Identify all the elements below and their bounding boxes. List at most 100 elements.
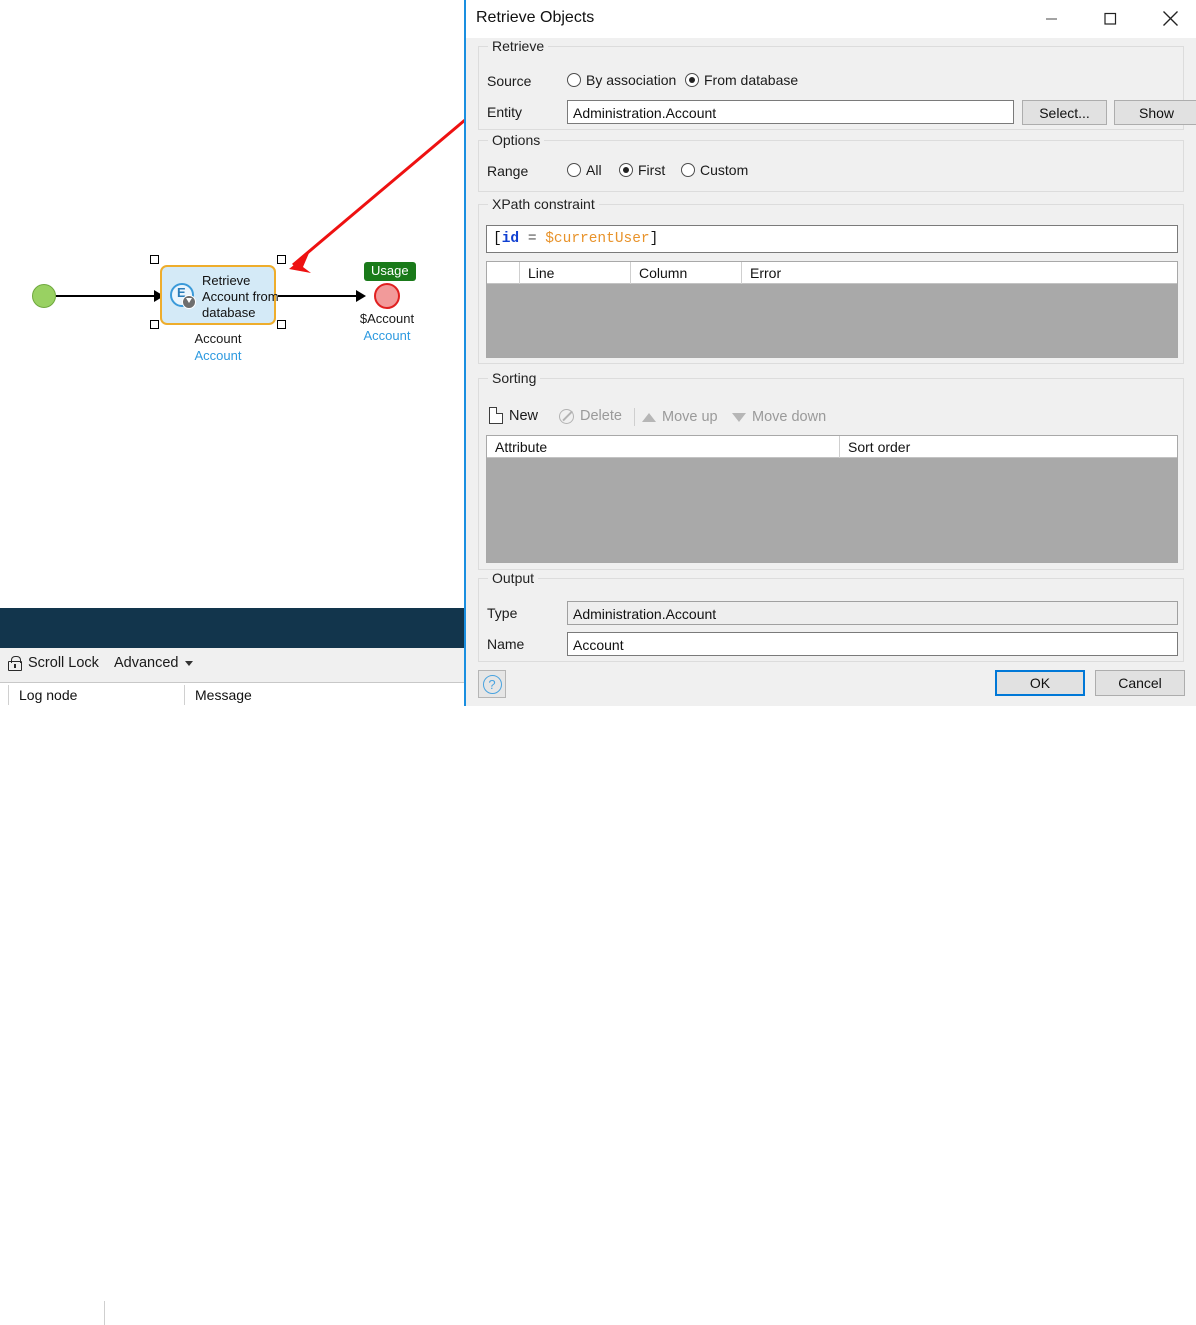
source-label: Source bbox=[487, 73, 532, 89]
output-name-input[interactable]: Account bbox=[567, 632, 1178, 656]
radio-dot-custom bbox=[681, 163, 695, 177]
sorting-move-up-label: Move up bbox=[662, 409, 718, 425]
cancel-button[interactable]: Cancel bbox=[1095, 670, 1185, 696]
scroll-lock-label: Scroll Lock bbox=[28, 655, 99, 671]
end-variable-name: $Account bbox=[359, 311, 415, 326]
xpath-error-grid-header: Line Column Error bbox=[487, 262, 1177, 284]
retrieve-activity-node[interactable]: E Retrieve Account from database bbox=[160, 265, 279, 325]
console-toolbar: Scroll Lock Advanced bbox=[0, 648, 466, 1325]
advanced-menu[interactable]: Advanced bbox=[114, 655, 193, 671]
usage-badge[interactable]: Usage bbox=[364, 262, 416, 281]
sorting-move-down-button[interactable]: Move down bbox=[732, 409, 826, 425]
radio-dot-by-association bbox=[567, 73, 581, 87]
sorting-new-label: New bbox=[509, 407, 539, 424]
scroll-lock-toggle[interactable]: Scroll Lock bbox=[8, 655, 99, 671]
radio-dot-all bbox=[567, 163, 581, 177]
xpath-close-bracket: ] bbox=[649, 231, 659, 247]
dialog-title: Retrieve Objects bbox=[476, 9, 595, 26]
selection-handle-top-left[interactable] bbox=[150, 255, 159, 264]
sorting-new-button[interactable]: New bbox=[489, 407, 538, 424]
new-page-icon bbox=[489, 407, 503, 424]
end-variable-type: Account bbox=[363, 328, 411, 343]
error-column-error[interactable]: Error bbox=[742, 262, 1177, 284]
activity-caption-name: Account bbox=[194, 331, 242, 346]
output-type-label: Type bbox=[487, 605, 518, 621]
sorting-grid-header: Attribute Sort order bbox=[487, 436, 1177, 458]
delete-circle-icon bbox=[559, 408, 574, 424]
sorting-grid[interactable]: Attribute Sort order bbox=[486, 435, 1178, 563]
end-event-node[interactable] bbox=[374, 283, 400, 309]
error-column-column[interactable]: Column bbox=[631, 262, 741, 284]
selection-handle-bottom-left[interactable] bbox=[150, 320, 159, 329]
radio-label-first: First bbox=[638, 162, 666, 178]
chevron-down-icon bbox=[184, 660, 193, 666]
retrieve-group: Retrieve Source By association From data… bbox=[478, 38, 1196, 130]
output-group-title: Output bbox=[488, 570, 539, 586]
options-group-title: Options bbox=[488, 132, 545, 148]
sorting-column-attribute[interactable]: Attribute bbox=[487, 436, 839, 458]
select-entity-button[interactable]: Select... bbox=[1022, 100, 1107, 125]
radio-dot-from-database bbox=[685, 73, 699, 87]
radio-dot-first bbox=[619, 163, 633, 177]
sorting-delete-label: Delete bbox=[580, 408, 622, 424]
radio-label-from-database: From database bbox=[704, 72, 799, 88]
xpath-open-bracket: [ bbox=[493, 231, 502, 247]
log-column-message[interactable]: Message bbox=[185, 683, 466, 707]
dark-panel-bar bbox=[0, 608, 466, 648]
close-button[interactable] bbox=[1148, 0, 1193, 36]
minimize-button[interactable] bbox=[1029, 0, 1074, 36]
sorting-delete-button[interactable]: Delete bbox=[559, 408, 622, 424]
retrieve-group-title: Retrieve bbox=[488, 38, 549, 54]
radio-range-first[interactable]: First bbox=[619, 162, 665, 178]
help-question-icon: ? bbox=[482, 674, 502, 694]
radio-range-custom[interactable]: Custom bbox=[681, 162, 748, 178]
sorting-group-title: Sorting bbox=[488, 370, 541, 386]
error-column-blank[interactable] bbox=[487, 262, 519, 284]
retrieve-objects-dialog: Retrieve Objects Retrieve Source By asso… bbox=[464, 0, 1196, 706]
radio-range-all[interactable]: All bbox=[567, 162, 602, 178]
radio-source-by-association[interactable]: By association bbox=[567, 72, 676, 88]
radio-source-from-database[interactable]: From database bbox=[685, 72, 798, 88]
microflow-canvas[interactable]: E Retrieve Account from database Account… bbox=[0, 0, 466, 606]
xpath-attribute: id bbox=[501, 231, 520, 247]
sorting-group: Sorting New Delete Move up Move down Att… bbox=[478, 370, 1184, 570]
red-annotation-arrow bbox=[289, 118, 466, 273]
maximize-button[interactable] bbox=[1088, 0, 1133, 36]
radio-label-by-association: By association bbox=[586, 72, 677, 88]
retrieve-from-database-icon: E bbox=[170, 283, 196, 309]
xpath-operator: = bbox=[527, 231, 537, 247]
triangle-up-icon bbox=[642, 412, 656, 422]
arrowhead-end-in bbox=[356, 290, 366, 302]
activity-caption-type: Account bbox=[194, 348, 242, 363]
xpath-error-grid[interactable]: Line Column Error bbox=[486, 261, 1178, 358]
output-type-value: Administration.Account bbox=[567, 601, 1178, 625]
selection-handle-top-right[interactable] bbox=[277, 255, 286, 264]
error-column-line[interactable]: Line bbox=[520, 262, 630, 284]
ok-button[interactable]: OK bbox=[995, 670, 1085, 696]
start-event-node[interactable] bbox=[32, 284, 56, 308]
xpath-group: XPath constraint [id = $currentUser] Lin… bbox=[478, 196, 1184, 364]
dialog-titlebar[interactable]: Retrieve Objects bbox=[466, 0, 1196, 38]
xpath-expression-editor[interactable]: [id = $currentUser] bbox=[486, 225, 1178, 253]
sorting-move-up-button[interactable]: Move up bbox=[642, 409, 718, 425]
log-column-log-node[interactable]: Log node bbox=[9, 683, 184, 707]
output-name-label: Name bbox=[487, 636, 525, 652]
connector-activity-to-end bbox=[278, 295, 360, 297]
activity-label: Retrieve Account from database bbox=[202, 273, 279, 320]
sorting-move-down-label: Move down bbox=[752, 409, 827, 425]
triangle-down-icon bbox=[732, 412, 746, 422]
background-application: E Retrieve Account from database Account… bbox=[0, 0, 466, 1325]
output-group: Output Type Administration.Account Name … bbox=[478, 570, 1184, 662]
radio-label-all: All bbox=[586, 162, 602, 178]
help-button[interactable]: ? bbox=[478, 670, 506, 698]
advanced-label: Advanced bbox=[114, 655, 179, 671]
connector-start-to-activity bbox=[56, 295, 160, 297]
xpath-group-title: XPath constraint bbox=[488, 196, 599, 212]
log-grid-header: Log node Message bbox=[0, 682, 466, 707]
entity-input[interactable]: Administration.Account bbox=[567, 100, 1014, 124]
show-entity-button[interactable]: Show bbox=[1114, 100, 1196, 125]
selection-handle-bottom-right[interactable] bbox=[277, 320, 286, 329]
lock-icon bbox=[8, 655, 22, 671]
sorting-column-sort-order[interactable]: Sort order bbox=[840, 436, 1177, 458]
range-label: Range bbox=[487, 163, 529, 179]
